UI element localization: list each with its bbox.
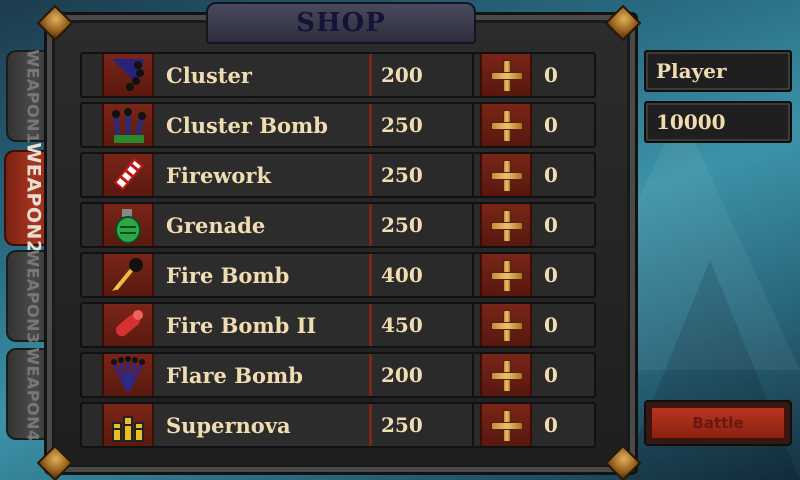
item-price: 200 xyxy=(372,354,474,396)
item-row-flare-bomb: Flare Bomb 200 0 xyxy=(80,352,596,398)
item-count: 0 xyxy=(544,63,558,87)
item-count: 0 xyxy=(544,363,558,387)
item-row-firework: Firework 250 0 xyxy=(80,152,596,198)
cluster-bomb-icon xyxy=(102,104,154,146)
item-name: Supernova xyxy=(154,404,372,446)
item-name: Grenade xyxy=(154,204,372,246)
plus-icon xyxy=(491,110,523,142)
item-count: 0 xyxy=(544,113,558,137)
add-item-button[interactable] xyxy=(480,104,532,146)
add-item-button[interactable] xyxy=(480,204,532,246)
item-row-grenade: Grenade 250 0 xyxy=(80,202,596,248)
item-price: 450 xyxy=(372,304,474,346)
add-item-button[interactable] xyxy=(480,354,532,396)
battle-button[interactable]: Battle xyxy=(644,400,792,446)
item-price: 250 xyxy=(372,404,474,446)
item-row-fire-bomb-ii: Fire Bomb II 450 0 xyxy=(80,302,596,348)
add-item-button[interactable] xyxy=(480,254,532,296)
item-row-fire-bomb: Fire Bomb 400 0 xyxy=(80,252,596,298)
player-name-box: Player xyxy=(644,50,792,92)
item-name: Cluster xyxy=(154,54,372,96)
player-name: Player xyxy=(656,59,727,83)
firework-icon xyxy=(102,154,154,196)
item-row-cluster: Cluster 200 0 xyxy=(80,52,596,98)
fire-bomb-ii-icon xyxy=(102,304,154,346)
item-count: 0 xyxy=(544,213,558,237)
item-name: Cluster Bomb xyxy=(154,104,372,146)
item-price: 400 xyxy=(372,254,474,296)
item-name: Fire Bomb xyxy=(154,254,372,296)
add-item-button[interactable] xyxy=(480,54,532,96)
plus-icon xyxy=(491,60,523,92)
background-shape xyxy=(620,260,800,480)
item-price: 250 xyxy=(372,204,474,246)
plus-icon xyxy=(491,210,523,242)
supernova-icon xyxy=(102,404,154,446)
plus-icon xyxy=(491,310,523,342)
shop-title: SHOP xyxy=(296,8,386,38)
plus-icon xyxy=(491,360,523,392)
fire-bomb-icon xyxy=(102,254,154,296)
tab-label: WEAPON4 xyxy=(23,346,43,442)
item-name: Firework xyxy=(154,154,372,196)
battle-button-face: Battle xyxy=(650,406,786,440)
item-row-supernova: Supernova 250 0 xyxy=(80,402,596,448)
plus-icon xyxy=(491,260,523,292)
item-count: 0 xyxy=(544,413,558,437)
plus-icon xyxy=(491,410,523,442)
tab-label: WEAPON2 xyxy=(23,142,45,254)
grenade-icon xyxy=(102,204,154,246)
player-money: 10000 xyxy=(656,110,726,134)
item-count: 0 xyxy=(544,313,558,337)
item-price: 200 xyxy=(372,54,474,96)
add-item-button[interactable] xyxy=(480,304,532,346)
tab-label: WEAPON1 xyxy=(23,48,43,144)
item-price: 250 xyxy=(372,104,474,146)
item-price: 250 xyxy=(372,154,474,196)
item-name: Flare Bomb xyxy=(154,354,372,396)
add-item-button[interactable] xyxy=(480,404,532,446)
item-row-cluster-bomb: Cluster Bomb 250 0 xyxy=(80,102,596,148)
item-count: 0 xyxy=(544,263,558,287)
tab-label: WEAPON3 xyxy=(23,248,43,344)
player-money-box: 10000 xyxy=(644,101,792,143)
shop-title-tab: SHOP xyxy=(206,2,476,44)
flare-bomb-icon xyxy=(102,354,154,396)
battle-label: Battle xyxy=(692,414,744,432)
item-count: 0 xyxy=(544,163,558,187)
plus-icon xyxy=(491,160,523,192)
add-item-button[interactable] xyxy=(480,154,532,196)
cluster-icon xyxy=(102,54,154,96)
item-name: Fire Bomb II xyxy=(154,304,372,346)
